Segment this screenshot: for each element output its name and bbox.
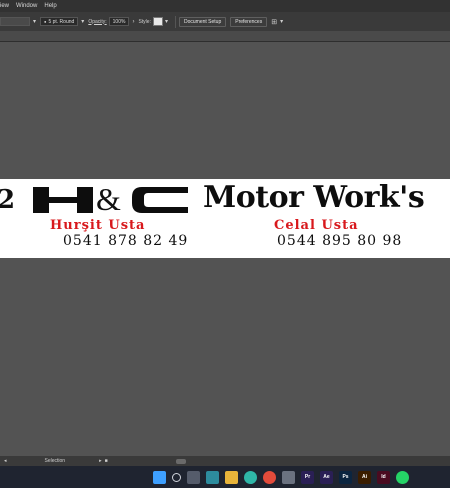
contact-name-1: Hurşit Usta: [50, 218, 146, 233]
opacity-label[interactable]: Opacity:: [88, 19, 106, 25]
arrange-documents-icon[interactable]: ⊞: [271, 18, 277, 26]
preferences-button[interactable]: Preferences: [230, 16, 268, 27]
chevron-down-icon[interactable]: ▾: [33, 18, 36, 25]
control-bar: ▾ ● 5 pt. Round ▾ Opacity: 100% › Style:…: [0, 12, 450, 31]
menu-bar: iew Window Help: [0, 0, 450, 12]
widgets-icon[interactable]: [206, 470, 219, 484]
opacity-value: 100%: [112, 18, 126, 25]
artboard-banner[interactable]: 2 & Motor Work's Hurşit Usta 0541 878 82…: [0, 179, 450, 258]
contact-phone-2: 0544 895 80 98: [277, 233, 403, 249]
menu-help[interactable]: Help: [44, 3, 56, 9]
opacity-field[interactable]: 100%: [108, 17, 130, 26]
search-icon[interactable]: [172, 472, 181, 482]
ampersand: &: [96, 181, 121, 217]
cropped-logo-glyph: 2: [0, 185, 16, 215]
dot-icon: ●: [44, 19, 47, 24]
contact-name-2: Celal Usta: [274, 218, 359, 233]
menu-view[interactable]: iew: [0, 3, 9, 9]
document-tab-strip: [0, 31, 450, 42]
whatsapp-icon[interactable]: [396, 470, 409, 484]
scroll-left-icon[interactable]: ◂: [4, 458, 7, 464]
indesign-icon[interactable]: Id: [377, 470, 390, 484]
h-logo-mark: [33, 187, 93, 213]
canvas-area[interactable]: 2 & Motor Work's Hurşit Usta 0541 878 82…: [0, 42, 450, 456]
divider: [174, 15, 176, 28]
windows-taskbar: Pr Ae Ps Ai Id: [0, 466, 450, 488]
chevron-down-icon[interactable]: ▾: [81, 18, 84, 25]
task-view-icon[interactable]: [187, 470, 200, 484]
file-explorer-icon[interactable]: [225, 470, 238, 484]
status-bar: ◂ Selection ▸ ■: [0, 456, 450, 466]
current-tool-label: Selection: [44, 458, 66, 464]
style-label: Style:: [138, 18, 151, 25]
windows-start-icon[interactable]: [153, 470, 166, 484]
photoshop-icon[interactable]: Ps: [339, 470, 352, 484]
play-icon[interactable]: ▸: [99, 458, 102, 464]
contact-phone-1: 0541 878 82 49: [63, 233, 189, 249]
illustrator-window: iew Window Help ▾ ● 5 pt. Round ▾ Opacit…: [0, 0, 450, 488]
menu-window[interactable]: Window: [16, 3, 37, 9]
after-effects-icon[interactable]: Ae: [320, 470, 333, 484]
premiere-icon[interactable]: Pr: [301, 470, 314, 484]
chevron-right-icon[interactable]: ›: [132, 19, 134, 25]
chrome-icon[interactable]: [263, 470, 276, 484]
edge-icon[interactable]: [244, 470, 257, 484]
c-logo-mark: [132, 187, 188, 213]
chevron-down-icon[interactable]: ▾: [165, 18, 168, 25]
variable-width-profile-select[interactable]: ● 5 pt. Round: [40, 17, 79, 26]
stroke-profile-label: 5 pt. Round: [48, 18, 75, 25]
settings-icon[interactable]: [282, 470, 295, 484]
horizontal-scrollbar-thumb[interactable]: [175, 458, 186, 464]
document-setup-button[interactable]: Document Setup: [178, 16, 227, 27]
illustrator-icon[interactable]: Ai: [358, 470, 371, 484]
style-swatch[interactable]: [152, 17, 163, 26]
banner-title: Motor Work's: [203, 180, 425, 215]
stroke-weight-field[interactable]: [0, 17, 30, 26]
stop-icon[interactable]: ■: [105, 458, 108, 464]
chevron-down-icon[interactable]: ▾: [280, 18, 283, 25]
